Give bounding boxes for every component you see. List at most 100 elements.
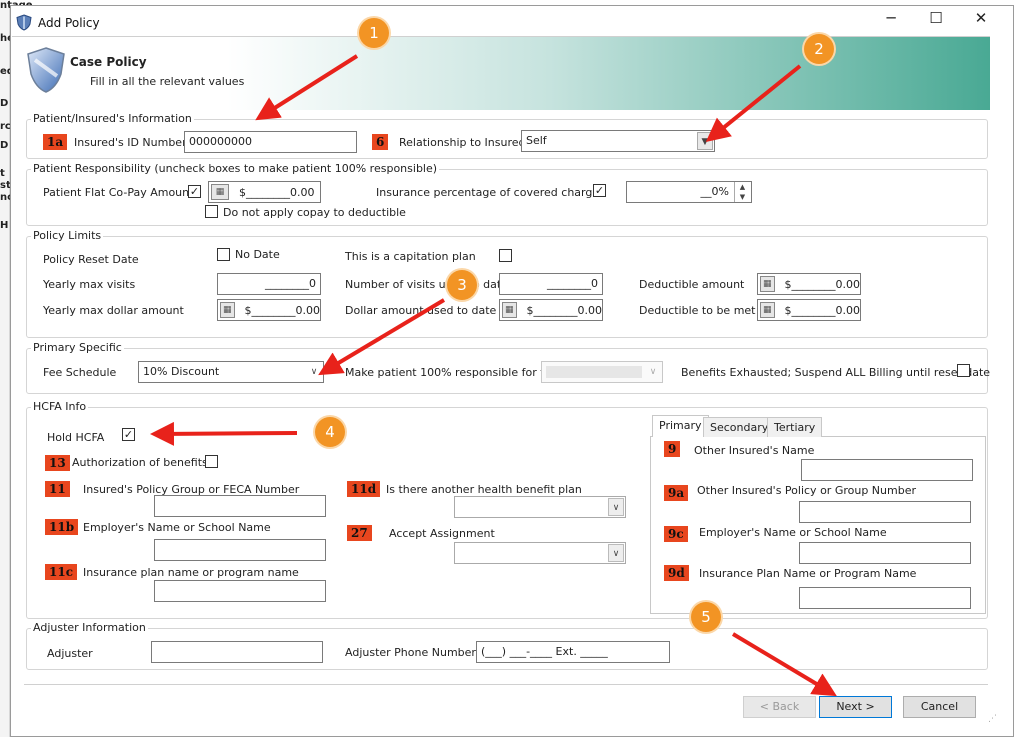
other-name-input[interactable] [801, 459, 973, 481]
adjuster-input[interactable] [151, 641, 323, 663]
relationship-label: Relationship to Insured [399, 136, 526, 149]
field-badge-9c: 9c [664, 526, 688, 542]
field-badge-9d: 9d [664, 565, 689, 581]
dollar-to-date-input[interactable]: ▦ $________0.00 [499, 299, 603, 321]
cancel-button[interactable]: Cancel [903, 696, 976, 718]
benefits-exhausted-checkbox[interactable] [957, 364, 970, 377]
hold-hcfa-checkbox[interactable]: ✓ [122, 428, 135, 441]
other-employer-label: Employer's Name or School Name [699, 526, 887, 539]
copay-amount-input[interactable]: ▦ $________0.00 [208, 181, 321, 203]
resize-grip-icon[interactable]: ⋰ [988, 715, 1000, 728]
copay-checkbox[interactable]: ✓ [188, 185, 201, 198]
yearly-dollar-input[interactable]: ▦ $________0.00 [217, 299, 321, 321]
relationship-select[interactable]: Self ▼ [521, 130, 715, 152]
visits-to-date-input[interactable]: ________0 [499, 273, 603, 295]
minimize-button[interactable]: ─ [877, 7, 905, 29]
background-app-strip: ntage he ed D rc D t st nc H [0, 0, 33, 737]
field-badge-11d: 11d [347, 481, 381, 497]
banner-title: Case Policy [70, 55, 147, 69]
chevron-down-icon[interactable]: ▼ [697, 132, 713, 150]
another-plan-label: Is there another health benefit plan [386, 483, 582, 496]
other-policy-label: Other Insured's Policy or Group Number [697, 484, 916, 497]
responsible-for-select[interactable]: ∨ [541, 361, 663, 383]
adjuster-phone-label: Adjuster Phone Number [345, 646, 476, 659]
field-badge-11: 11 [45, 481, 70, 497]
fee-schedule-select[interactable]: 10% Discount ∨ [138, 361, 324, 383]
responsible-for-value [546, 366, 642, 378]
bg-label: H [0, 220, 9, 231]
authorization-label: Authorization of benefits [72, 456, 208, 469]
yearly-dollar-label: Yearly max dollar amount [43, 304, 184, 317]
calculator-icon[interactable]: ▦ [211, 184, 229, 200]
capitation-label: This is a capitation plan [345, 250, 476, 263]
tab-tertiary[interactable]: Tertiary [767, 417, 823, 437]
dollar-to-date-label: Dollar amount used to date [345, 304, 497, 317]
field-badge-11b: 11b [45, 519, 79, 535]
other-employer-input[interactable] [799, 542, 971, 564]
bg-label: t [0, 168, 5, 179]
deductible-met-input[interactable]: ▦ $________0.00 [757, 299, 861, 321]
field-badge-27: 27 [347, 525, 372, 541]
hold-hcfa-label: Hold HCFA [47, 431, 105, 444]
callout-2: 2 [804, 34, 834, 64]
insured-id-input[interactable]: 000000000 [184, 131, 357, 153]
deductible-met-value: $________0.00 [784, 303, 861, 317]
field-badge-13: 13 [45, 455, 70, 471]
yearly-visits-label: Yearly max visits [43, 278, 136, 291]
accept-assignment-label: Accept Assignment [389, 527, 495, 540]
other-policy-input[interactable] [799, 501, 971, 523]
chevron-down-icon[interactable]: ∨ [306, 363, 322, 381]
no-date-label: No Date [235, 248, 280, 261]
field-badge-9: 9 [664, 441, 681, 457]
deductible-met-label: Deductible to be met [639, 304, 756, 317]
other-plan-input[interactable] [799, 587, 971, 609]
no-copay-deductible-checkbox[interactable] [205, 205, 218, 218]
callout-5: 5 [691, 602, 721, 632]
hcfa-legend: HCFA Info [31, 400, 89, 413]
reset-date-label: Policy Reset Date [43, 253, 139, 266]
field-badge-1a: 1a [43, 134, 68, 150]
insurance-pct-label: Insurance percentage of covered charges [376, 186, 605, 199]
deductible-input[interactable]: ▦ $________0.00 [757, 273, 861, 295]
deductible-label: Deductible amount [639, 278, 745, 291]
yearly-dollar-value: $________0.00 [244, 303, 321, 317]
next-button[interactable]: Next > [819, 696, 892, 718]
back-button[interactable]: < Back [743, 696, 816, 718]
chevron-down-icon[interactable]: ∨ [645, 363, 661, 381]
shield-icon [27, 47, 65, 93]
tab-primary[interactable]: Primary [652, 415, 709, 437]
policy-limits-legend: Policy Limits [31, 229, 104, 242]
capitation-checkbox[interactable] [499, 249, 512, 262]
tab-secondary[interactable]: Secondary [703, 417, 776, 437]
dollar-to-date-value: $________0.00 [526, 303, 603, 317]
callout-4: 4 [315, 417, 345, 447]
chevron-down-icon[interactable]: ∨ [608, 498, 624, 516]
field-badge-11c: 11c [45, 564, 78, 580]
app-shield-icon [16, 14, 32, 31]
no-date-checkbox[interactable] [217, 248, 230, 261]
plan-name-input[interactable] [154, 580, 326, 602]
bg-label: D [0, 140, 9, 151]
authorization-checkbox[interactable] [205, 455, 218, 468]
insurance-pct-checkbox[interactable]: ✓ [593, 184, 606, 197]
field-badge-6: 6 [372, 134, 389, 150]
policy-group-input[interactable] [154, 495, 326, 517]
accept-assignment-select[interactable]: ∨ [454, 542, 626, 564]
close-button[interactable]: ✕ [967, 7, 995, 29]
chevron-down-icon[interactable]: ∨ [608, 544, 624, 562]
pct-spinner[interactable]: ▲ ▼ [734, 182, 750, 202]
employer-input[interactable] [154, 539, 326, 561]
adjuster-phone-input[interactable]: (___) ___-____ Ext. _____ [476, 641, 670, 663]
fee-schedule-value: 10% Discount [143, 365, 220, 378]
calculator-icon[interactable]: ▦ [760, 276, 775, 292]
insured-id-label: Insured's ID Number [74, 136, 187, 149]
calculator-icon[interactable]: ▦ [760, 302, 775, 318]
calculator-icon[interactable]: ▦ [502, 302, 517, 318]
banner-subtitle: Fill in all the relevant values [90, 75, 245, 88]
window-title: Add Policy [38, 16, 100, 30]
calculator-icon[interactable]: ▦ [220, 302, 235, 318]
maximize-button[interactable]: ☐ [922, 7, 950, 29]
another-plan-select[interactable]: ∨ [454, 496, 626, 518]
header-banner [12, 36, 990, 110]
yearly-visits-input[interactable]: ________0 [217, 273, 321, 295]
